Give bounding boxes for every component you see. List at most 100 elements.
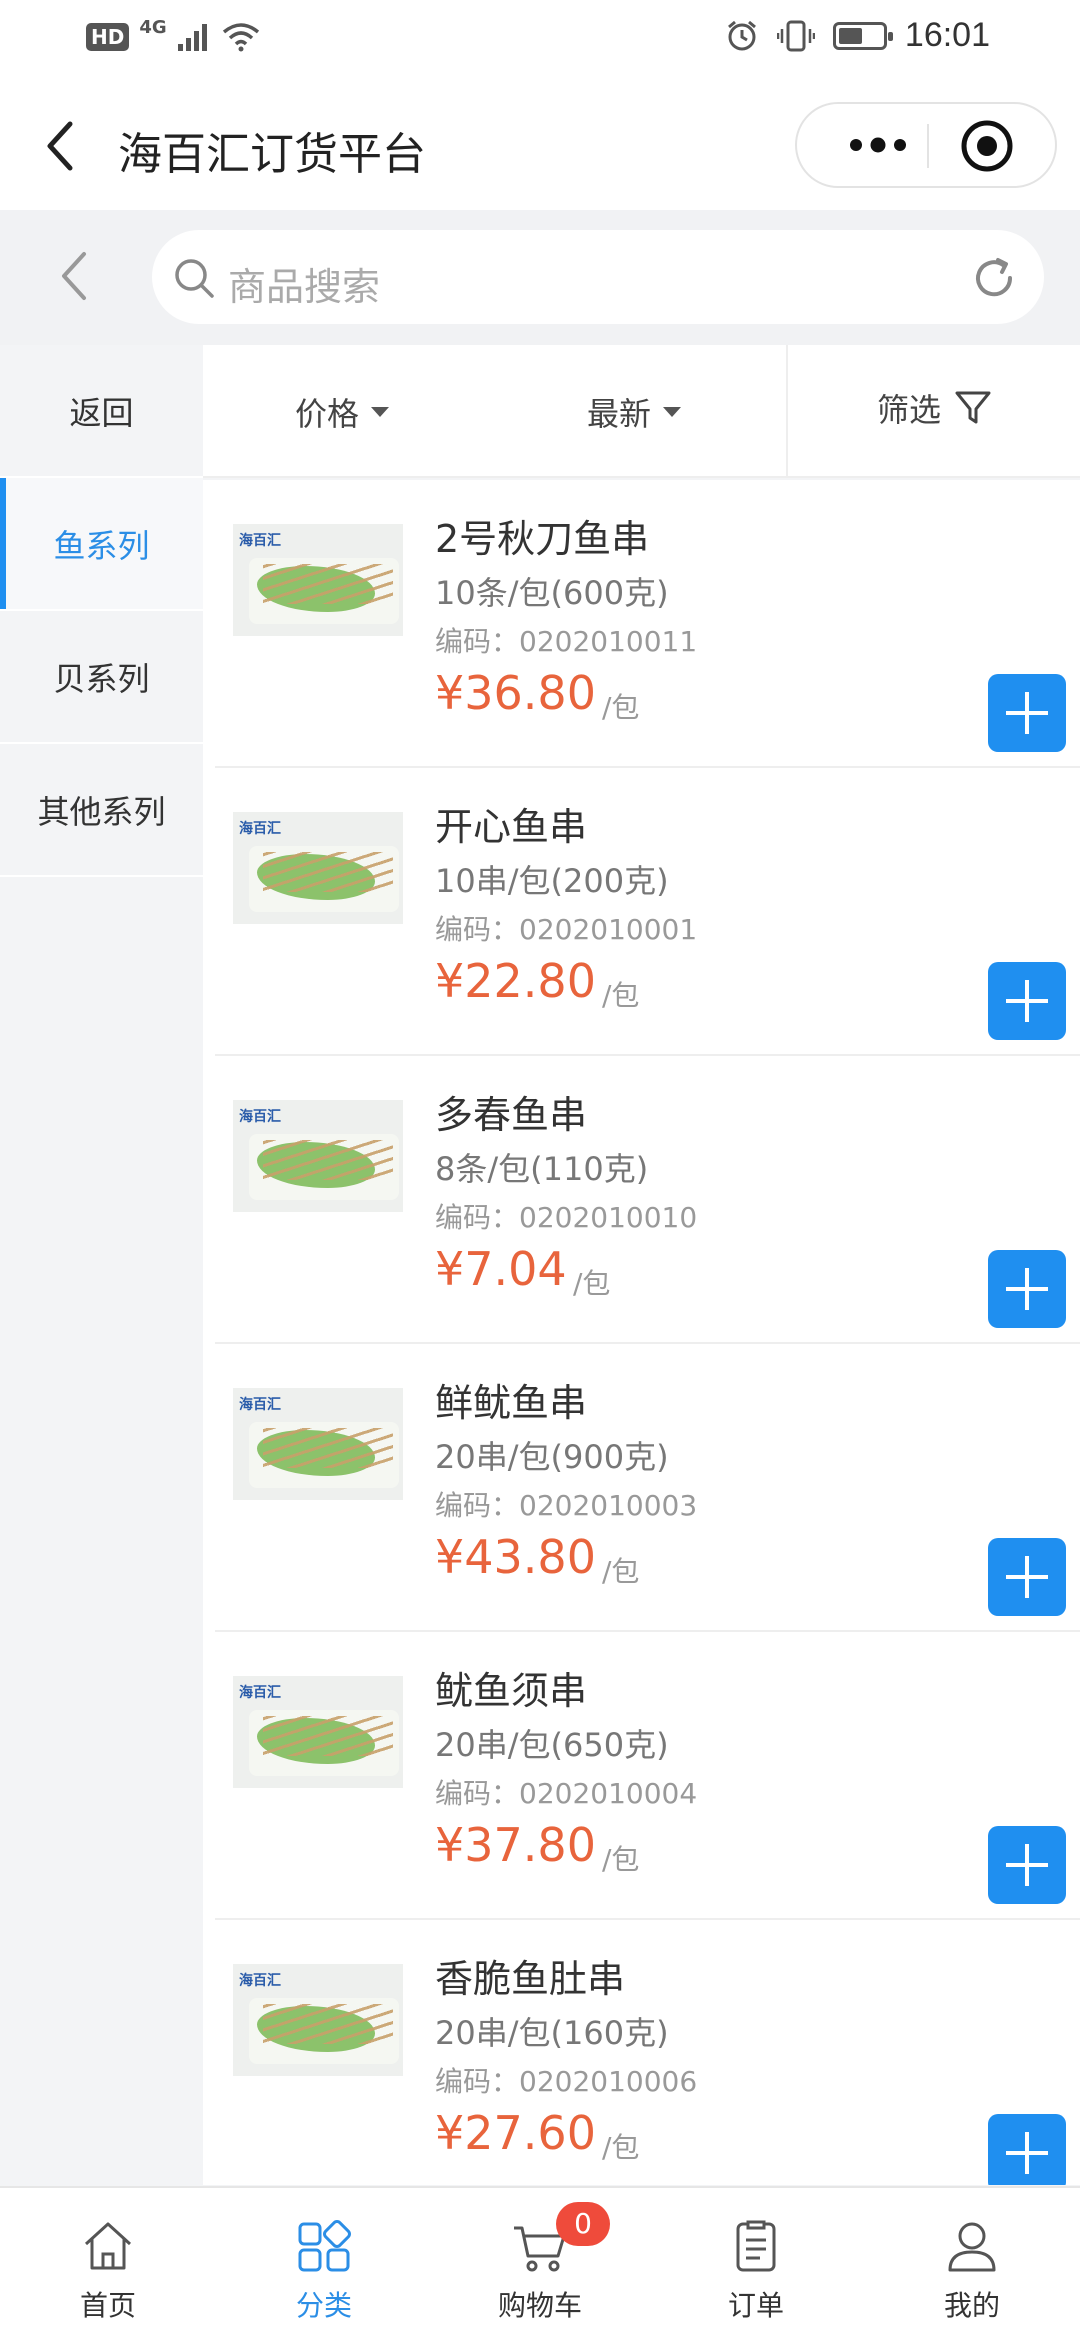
tab-profile[interactable]: 我的 [864, 2188, 1080, 2340]
product-spec: 20串/包(160克) [435, 2014, 669, 2052]
product-code: 编码：0202010003 [435, 1489, 698, 1522]
page-title: 海百汇订货平台 [118, 129, 426, 180]
sort-newest-label: 最新 [587, 395, 652, 433]
tab-orders[interactable]: 订单 [648, 2188, 864, 2340]
sidebar-item-other[interactable]: 其他系列 [0, 744, 203, 877]
skewer-shape [263, 852, 393, 892]
status-right: 16:01 [725, 16, 990, 55]
refresh-icon[interactable] [970, 254, 1018, 302]
battery-icon [832, 21, 893, 50]
product-item[interactable]: 海百汇 多春鱼串 8条/包(110克) 编码：0202010010 ¥7.04/包 [215, 1056, 1080, 1344]
search-back-icon[interactable] [50, 244, 100, 308]
status-left: HD 4G [86, 17, 261, 52]
add-to-cart-button[interactable] [988, 1538, 1066, 1616]
product-image[interactable]: 海百汇 [233, 1388, 403, 1500]
product-code: 编码：0202010006 [435, 2065, 698, 2098]
add-to-cart-button[interactable] [988, 962, 1066, 1040]
skewer-shape [263, 1428, 393, 1468]
skewer-shape [263, 1140, 393, 1180]
add-to-cart-button[interactable] [988, 1826, 1066, 1904]
sidebar-back[interactable]: 返回 [0, 345, 203, 478]
capsule-divider [927, 124, 929, 168]
product-item[interactable]: 海百汇 鱿鱼须串 20串/包(650克) 编码：0202010004 ¥37.80/包 [215, 1632, 1080, 1920]
signal-icon [177, 24, 207, 51]
caret-down-icon [663, 407, 682, 417]
tab-category[interactable]: 分类 [216, 2188, 432, 2340]
product-image-logo: 海百汇 [239, 533, 281, 549]
product-item[interactable]: 海百汇 开心鱼串 10串/包(200克) 编码：0202010001 ¥22.80/包 [215, 768, 1080, 1056]
category-sidebar: 返回 鱼系列 贝系列 其他系列 [0, 345, 203, 2185]
sort-newest[interactable]: 最新 [587, 389, 682, 435]
product-spec: 20串/包(650克) [435, 1726, 669, 1764]
product-unit: /包 [602, 1555, 640, 1588]
product-price: ¥7.04 [435, 1242, 567, 1296]
product-image-logo: 海百汇 [239, 1109, 281, 1125]
skewer-shape [263, 1716, 393, 1756]
tab-bar: 首页 分类 0 购物车 订单 我的 [0, 2186, 1080, 2340]
nav-bar: 海百汇订货平台 [0, 80, 1080, 210]
product-unit: /包 [573, 1267, 611, 1300]
tab-home[interactable]: 首页 [0, 2188, 216, 2340]
filter-label: 筛选 [877, 391, 942, 429]
add-to-cart-button[interactable] [988, 674, 1066, 752]
product-image[interactable]: 海百汇 [233, 812, 403, 924]
caret-down-icon [371, 407, 390, 417]
product-spec: 8条/包(110克) [435, 1150, 649, 1188]
category-icon [298, 2220, 351, 2272]
add-to-cart-button[interactable] [988, 1250, 1066, 1328]
product-price: ¥22.80 [435, 954, 596, 1008]
product-code: 编码：0202010004 [435, 1777, 698, 1810]
add-to-cart-button[interactable] [988, 2114, 1066, 2185]
product-unit: /包 [602, 691, 640, 724]
tab-profile-label: 我的 [943, 2289, 1000, 2322]
sidebar-item-shellfish[interactable]: 贝系列 [0, 611, 203, 744]
mini-program-capsule [795, 102, 1057, 188]
tab-home-label: 首页 [79, 2289, 136, 2322]
filter-button[interactable]: 筛选 [877, 385, 993, 431]
product-image[interactable]: 海百汇 [233, 1100, 403, 1212]
more-icon [850, 137, 906, 153]
product-image-logo: 海百汇 [239, 821, 281, 837]
product-spec: 10条/包(600克) [435, 574, 669, 612]
product-image[interactable]: 海百汇 [233, 1964, 403, 2076]
product-code: 编码：0202010011 [435, 625, 698, 658]
tab-cart[interactable]: 0 购物车 [432, 2188, 648, 2340]
sidebar-item-label: 鱼系列 [53, 526, 150, 565]
product-item[interactable]: 海百汇 香脆鱼肚串 20串/包(160克) 编码：0202010006 ¥27.60/包 [215, 1920, 1080, 2185]
product-unit: /包 [602, 2131, 640, 2164]
product-item[interactable]: 海百汇 2号秋刀鱼串 10条/包(600克) 编码：0202010011 ¥36.80/… [215, 480, 1080, 768]
tab-cart-label: 购物车 [497, 2289, 582, 2322]
product-item[interactable]: 海百汇 鲜鱿鱼串 20串/包(900克) 编码：0202010003 ¥43.80/包 [215, 1344, 1080, 1632]
sidebar-item-fish[interactable]: 鱼系列 [0, 478, 203, 611]
product-spec: 10串/包(200克) [435, 862, 669, 900]
product-list: 海百汇 2号秋刀鱼串 10条/包(600克) 编码：0202010011 ¥36.80/… [203, 480, 1080, 2185]
filter-icon [955, 391, 991, 424]
search-icon [175, 259, 214, 298]
skewer-shape [263, 2004, 393, 2044]
network-type: 4G [139, 16, 167, 38]
sidebar-item-label: 其他系列 [37, 792, 166, 831]
back-icon[interactable] [36, 116, 86, 176]
product-price: ¥36.80 [435, 666, 596, 720]
product-image-logo: 海百汇 [239, 1973, 281, 1989]
product-unit: /包 [602, 1843, 640, 1876]
more-button[interactable] [833, 104, 923, 186]
product-unit: /包 [602, 979, 640, 1012]
product-image[interactable]: 海百汇 [233, 1676, 403, 1788]
product-price: ¥37.80 [435, 1818, 596, 1872]
product-code: 编码：0202010010 [435, 1201, 698, 1234]
sort-price[interactable]: 价格 [295, 389, 390, 435]
product-image[interactable]: 海百汇 [233, 524, 403, 636]
sort-divider [786, 345, 788, 478]
product-name: 多春鱼串 [435, 1093, 588, 1137]
product-name: 鱿鱼须串 [435, 1669, 588, 1713]
product-name: 2号秋刀鱼串 [435, 517, 650, 561]
product-image-logo: 海百汇 [239, 1397, 281, 1413]
orders-icon [736, 2220, 776, 2272]
tab-orders-label: 订单 [727, 2289, 784, 2322]
close-target-icon[interactable] [959, 118, 1015, 174]
cart-badge: 0 [556, 2202, 610, 2246]
product-name: 鲜鱿鱼串 [435, 1381, 588, 1425]
product-price: ¥43.80 [435, 1530, 596, 1584]
search-input[interactable]: 商品搜索 [152, 230, 1044, 324]
